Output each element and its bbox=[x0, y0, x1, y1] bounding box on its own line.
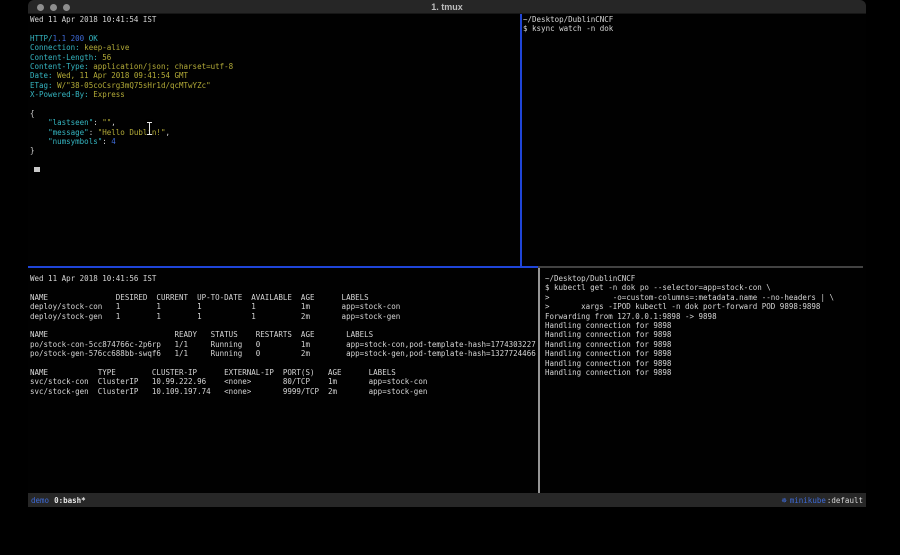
pane-http-response[interactable]: Wed 11 Apr 2018 10:41:54 IST HTTP/1.1 20… bbox=[30, 15, 518, 265]
mouse-ibeam-cursor bbox=[146, 122, 153, 135]
pane-ksync-watch[interactable]: ~/Desktop/DublinCNCF$ ksync watch -n dok bbox=[523, 15, 864, 265]
terminal-cursor bbox=[34, 167, 40, 172]
tmux-status-bar: demo 0:bash* ☸ minikube :default bbox=[28, 493, 866, 507]
pane-divider-horizontal[interactable] bbox=[538, 266, 863, 268]
status-right: ☸ minikube :default bbox=[782, 496, 863, 505]
pane-port-forward[interactable]: ~/Desktop/DublinCNCF$ kubectl get -n dok… bbox=[545, 274, 864, 493]
kube-context: minikube bbox=[790, 496, 826, 505]
window-title: 1. tmux bbox=[28, 2, 866, 12]
pane-kubectl-get[interactable]: Wed 11 Apr 2018 10:41:56 IST NAME DESIRE… bbox=[30, 274, 536, 493]
window-tab-bash[interactable]: 0:bash* bbox=[54, 496, 86, 505]
terminal-window: 1. tmux Wed 11 Apr 2018 10:41:54 IST HTT… bbox=[28, 0, 866, 507]
pane-divider-vertical-active[interactable] bbox=[520, 14, 522, 266]
pane-divider-horizontal-active[interactable] bbox=[28, 266, 538, 268]
window-titlebar[interactable]: 1. tmux bbox=[28, 0, 866, 14]
kube-namespace: :default bbox=[827, 496, 863, 505]
kubernetes-wheel-icon: ☸ bbox=[782, 496, 787, 505]
pane-divider-vertical[interactable] bbox=[538, 268, 540, 493]
tmux-terminal: Wed 11 Apr 2018 10:41:54 IST HTTP/1.1 20… bbox=[28, 14, 866, 493]
session-name: demo bbox=[31, 496, 49, 505]
